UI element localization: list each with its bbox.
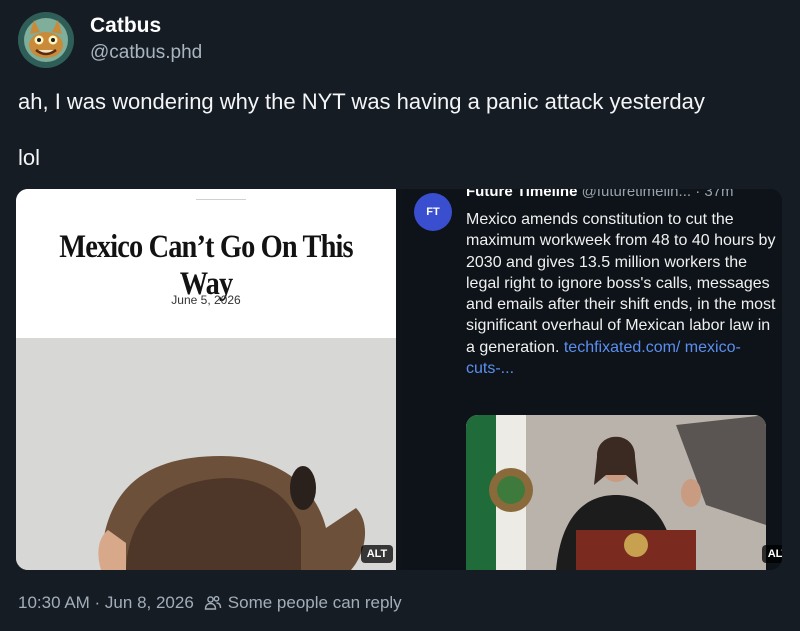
post-text-line: lol (18, 145, 41, 170)
people-icon (204, 594, 222, 612)
post-text: ah, I was wondering why the NYT was havi… (18, 88, 788, 200)
quoted-account-handle: @futuretimelin... (581, 189, 692, 200)
post-text-line: ah, I was wondering why the NYT was havi… (18, 89, 705, 114)
post: Catbus @catbus.phd ah, I was wondering w… (0, 0, 800, 631)
press-photo (466, 415, 766, 570)
nyt-headline: Mexico Can’t Go On This Way (59, 229, 353, 302)
quoted-account-name: Future Timeline (466, 189, 578, 200)
divider (196, 199, 246, 200)
alt-button[interactable]: ALT (361, 545, 393, 563)
media-image-nyt[interactable]: Mexico Can’t Go On This Way June 5, 2026… (16, 189, 396, 570)
nyt-article-header: Mexico Can’t Go On This Way June 5, 2026 (16, 189, 396, 338)
display-name[interactable]: Catbus (90, 14, 161, 38)
handle[interactable]: @catbus.phd (90, 42, 202, 64)
alt-button[interactable]: ALT (762, 545, 782, 563)
media-image-tweet[interactable]: FT Future Timeline @futuretimelin... · 3… (402, 189, 782, 570)
quoted-text: Mexico amends constitution to cut the ma… (466, 209, 776, 379)
post-footer: 10:30 AM · Jun 8, 2026 Some people can r… (18, 593, 402, 613)
quoted-header: Future Timeline @futuretimelin... · 37m (466, 189, 776, 200)
avatar[interactable] (18, 12, 74, 68)
quoted-age: 37m (704, 189, 734, 200)
portrait-photo (16, 338, 396, 570)
timestamp[interactable]: 10:30 AM · Jun 8, 2026 (18, 593, 194, 613)
reply-setting[interactable]: Some people can reply (228, 593, 402, 613)
media-grid: Mexico Can’t Go On This Way June 5, 2026… (16, 189, 782, 570)
nyt-date: June 5, 2026 (171, 293, 241, 307)
catbus-avatar-icon (18, 12, 74, 68)
quoted-body: Mexico amends constitution to cut the ma… (466, 211, 776, 356)
ft-logo: FT (414, 193, 452, 231)
